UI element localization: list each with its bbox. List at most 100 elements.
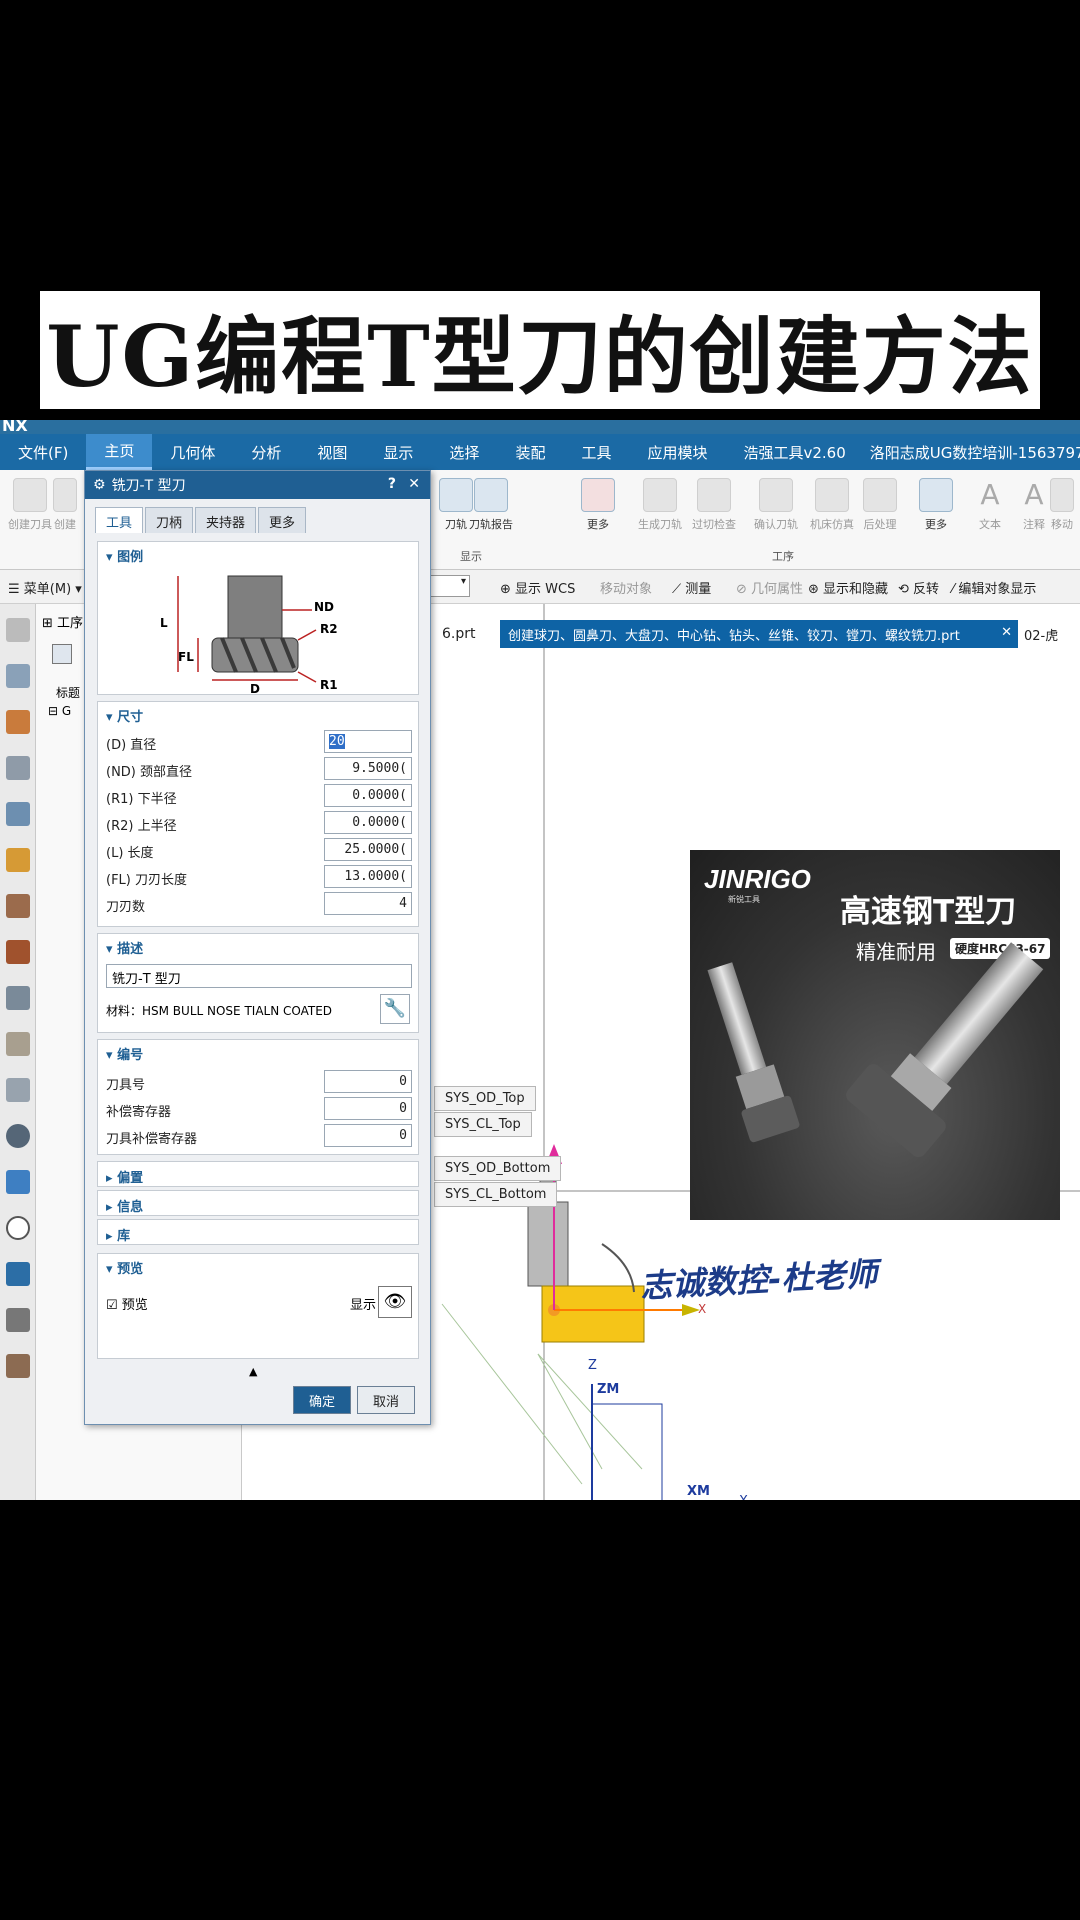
report-icon xyxy=(474,478,508,512)
toolpath-report-button[interactable]: 刀轨报告 xyxy=(462,478,520,532)
create-button[interactable]: 创建 xyxy=(50,478,80,532)
part-icon[interactable] xyxy=(6,664,30,688)
library-section[interactable]: ▸ 库 xyxy=(97,1219,419,1245)
help-button[interactable]: ? xyxy=(388,476,396,492)
gouge-check-button[interactable]: 过切检查 xyxy=(686,478,742,532)
length-field[interactable]: 25.0000( xyxy=(324,838,412,861)
cancel-button[interactable]: 取消 xyxy=(357,1386,415,1414)
process-studio-icon[interactable] xyxy=(6,1262,30,1286)
menu-select[interactable]: 选择 xyxy=(431,434,497,470)
method-icon[interactable] xyxy=(6,894,30,918)
menu-tools[interactable]: 工具 xyxy=(563,434,629,470)
document-tab-next[interactable]: 02-虎 xyxy=(1018,620,1080,648)
menu-analysis[interactable]: 分析 xyxy=(233,434,299,470)
diagram-shank xyxy=(227,575,283,639)
operation-navigator-icon[interactable] xyxy=(6,802,30,826)
tab-tool[interactable]: 工具 xyxy=(95,507,144,533)
reverse-button[interactable]: ⟲ 反转 xyxy=(898,578,939,597)
show-label: 显示 xyxy=(350,1298,377,1313)
document-tab-prev[interactable]: 6.prt xyxy=(436,620,500,648)
flutes-row: 刀刃数 4 xyxy=(106,892,412,916)
lower-radius-field[interactable]: 0.0000( xyxy=(324,784,412,807)
length-row: (L) 长度 25.0000( xyxy=(106,838,412,862)
large-cutter xyxy=(846,942,1044,1158)
menu-file[interactable]: 文件(F) xyxy=(0,434,86,470)
menu-dropdown[interactable]: ☰ 菜单(M) ▾ xyxy=(8,578,82,597)
upper-radius-field[interactable]: 0.0000( xyxy=(324,811,412,834)
cutcom-register-field[interactable]: 0 xyxy=(324,1124,412,1147)
operation-more-button[interactable]: 更多 xyxy=(908,478,964,532)
tool-number-field[interactable]: 0 xyxy=(324,1070,412,1093)
show-wcs-button[interactable]: ⊕ 显示 WCS xyxy=(500,578,575,597)
orient-sys-cl-bottom[interactable]: SYS_CL_Bottom xyxy=(434,1182,558,1207)
postprocess-button[interactable]: 后处理 xyxy=(852,478,908,532)
menu-view[interactable]: 视图 xyxy=(299,434,365,470)
measure-button[interactable]: ⟋ 测量 xyxy=(672,578,711,597)
tab-holder[interactable]: 刀柄 xyxy=(145,507,194,533)
wrench-icon[interactable]: 🔧 xyxy=(380,994,410,1024)
orient-sys-od-top[interactable]: SYS_OD_Top xyxy=(434,1086,536,1111)
neck-diameter-field[interactable]: 9.5000( xyxy=(324,757,412,780)
assembly-icon[interactable] xyxy=(6,710,30,734)
edit-object-display-button[interactable]: ⁄ 编辑对象显示 xyxy=(952,578,1036,597)
material-label: 材料：HSM BULL NOSE TIALN COATED xyxy=(106,1004,333,1018)
flutes-field[interactable]: 4 xyxy=(324,892,412,915)
axis-zm-label: ZM xyxy=(597,1382,620,1397)
offset-section[interactable]: ▸ 偏置 xyxy=(97,1161,419,1187)
ok-button[interactable]: 确定 xyxy=(293,1386,351,1414)
verify-toolpath-button[interactable]: 确认刀轨 xyxy=(748,478,804,532)
machine-tool-icon[interactable] xyxy=(6,848,30,872)
navigator-view-icon[interactable] xyxy=(52,644,72,664)
settings-icon[interactable] xyxy=(6,618,30,642)
feature-icon[interactable] xyxy=(6,756,30,780)
geometry-properties-button[interactable]: ⊘ 几何属性 xyxy=(736,578,803,597)
history-icon[interactable] xyxy=(6,1216,30,1240)
menu-training[interactable]: 洛阳志成UG数控培训-15637975382 xyxy=(864,434,1080,470)
eye-icon[interactable]: 👁 xyxy=(378,1286,412,1318)
tools-icon[interactable] xyxy=(6,1308,30,1332)
close-button[interactable]: ✕ xyxy=(408,476,420,492)
diameter-field[interactable]: 20 xyxy=(324,730,412,753)
move-object-button[interactable]: 移动对象 xyxy=(600,578,652,597)
more-display-icon xyxy=(581,478,615,512)
menu-haoqiang-tools[interactable]: 浩强工具v2.60 xyxy=(725,434,863,470)
description-field[interactable]: 铣刀-T 型刀 xyxy=(106,964,412,988)
adjust-register-field[interactable]: 0 xyxy=(324,1097,412,1120)
title-banner: UG编程T型刀的创建方法 xyxy=(40,291,1040,409)
menu-geometry[interactable]: 几何体 xyxy=(152,434,233,470)
menu-assembly[interactable]: 装配 xyxy=(497,434,563,470)
flute-length-field[interactable]: 13.0000( xyxy=(324,865,412,888)
info-icon[interactable] xyxy=(6,1124,30,1148)
generate-toolpath-button[interactable]: 生成刀轨 xyxy=(632,478,688,532)
orient-sys-cl-top[interactable]: SYS_CL_Top xyxy=(434,1112,532,1137)
size-header[interactable]: ▾ 尺寸 xyxy=(98,702,418,726)
tab-close-icon[interactable]: ✕ xyxy=(1001,625,1012,640)
web-browser-icon[interactable] xyxy=(6,1170,30,1194)
preview-checkbox[interactable]: ☑ 预览 xyxy=(106,1294,148,1313)
display-more-button[interactable]: 更多 xyxy=(570,478,626,532)
robot-icon[interactable] xyxy=(6,1354,30,1378)
info-section[interactable]: ▸ 信息 xyxy=(97,1190,419,1216)
tool-view-icon[interactable] xyxy=(6,986,30,1010)
orient-sys-od-bottom[interactable]: SYS_OD_Bottom xyxy=(434,1156,562,1181)
fixture-icon[interactable] xyxy=(6,1032,30,1056)
tab-more[interactable]: 更多 xyxy=(258,507,307,533)
cutcom-register-row: 刀具补偿寄存器 0 xyxy=(106,1124,412,1148)
filter-select[interactable]: ▾ xyxy=(428,575,470,597)
show-hide-button[interactable]: ⊛ 显示和隐藏 xyxy=(808,578,888,597)
legend-header[interactable]: ▾ 图例 xyxy=(98,542,418,566)
menu-applications[interactable]: 应用模块 xyxy=(629,434,725,470)
tool-neck-model xyxy=(527,1201,569,1287)
tab-clamp[interactable]: 夹持器 xyxy=(195,507,257,533)
reuse-library-icon[interactable] xyxy=(6,1078,30,1102)
move-button[interactable]: 移动 xyxy=(1044,478,1080,532)
description-header[interactable]: ▾ 描述 xyxy=(98,934,418,958)
preview-header[interactable]: ▾ 预览 xyxy=(98,1254,418,1278)
geometry-view-icon[interactable] xyxy=(6,940,30,964)
navigator-row[interactable]: ⊟ G xyxy=(48,704,71,718)
number-header[interactable]: ▾ 编号 xyxy=(98,1040,418,1064)
menu-home[interactable]: 主页 xyxy=(86,434,153,470)
collapse-arrow-icon[interactable]: ▲ xyxy=(249,1365,257,1378)
menu-display[interactable]: 显示 xyxy=(365,434,431,470)
document-tab-active[interactable]: 创建球刀、圆鼻刀、大盘刀、中心钻、钻头、丝锥、铰刀、镗刀、螺纹铣刀.prt ✕ xyxy=(500,620,1018,648)
